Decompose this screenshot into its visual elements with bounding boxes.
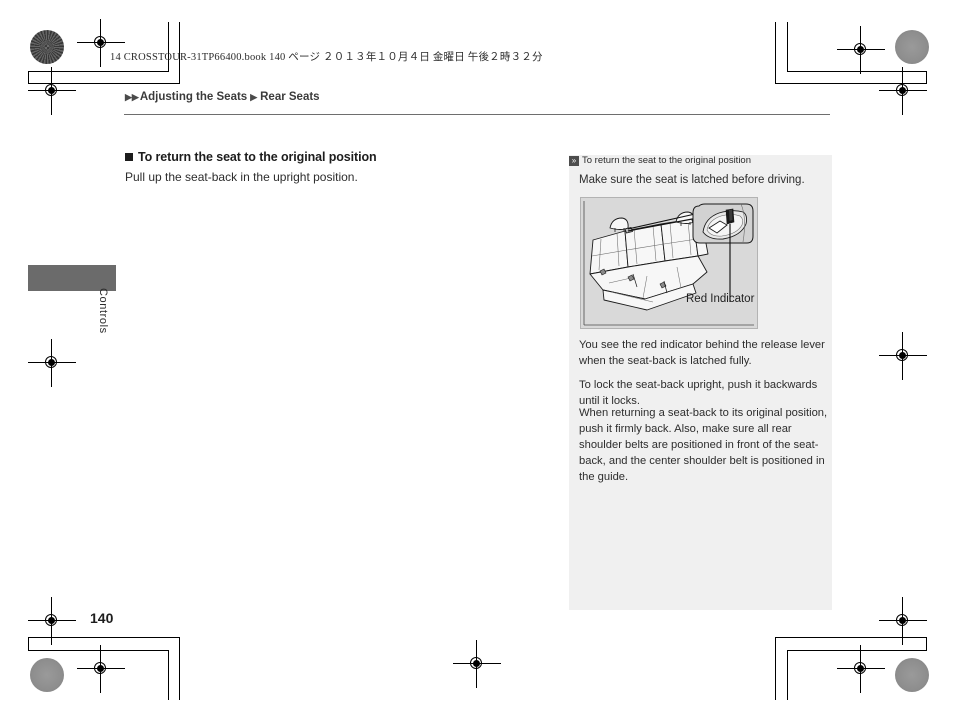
page-number: 140 (90, 610, 114, 626)
registration-target (28, 67, 76, 115)
crop-mark-line (926, 637, 927, 651)
crop-mark-line (168, 22, 169, 72)
crop-mark-line (787, 650, 788, 700)
side-note-subheading: Make sure the seat is latched before dri… (579, 174, 805, 186)
halftone-density-dot (30, 658, 64, 692)
double-chevron-icon: » (569, 155, 579, 166)
main-section-body: Pull up the seat-back in the upright pos… (125, 170, 358, 184)
crop-mark-line (28, 637, 29, 651)
registration-target (879, 597, 927, 645)
main-content-column: To return the seat to the original posit… (125, 150, 515, 186)
crop-mark-line (28, 650, 169, 651)
registration-target (77, 645, 125, 693)
side-note-panel: » To return the seat to the original pos… (569, 155, 832, 610)
crop-mark-line (787, 71, 927, 72)
registration-target (28, 597, 76, 645)
crop-mark-line (28, 71, 169, 72)
crop-mark-line (926, 71, 927, 84)
halftone-density-dot (30, 30, 64, 64)
halftone-density-dot (895, 30, 929, 64)
main-section-heading-text: To return the seat to the original posit… (138, 150, 377, 164)
crop-mark-line (775, 637, 927, 638)
registration-target (28, 339, 76, 387)
registration-target (837, 26, 885, 74)
side-note-paragraph: You see the red indicator behind the rel… (579, 339, 825, 367)
crop-mark-line (168, 650, 169, 700)
breadcrumb-arrow-icon: ▶ (250, 91, 258, 102)
header-divider (124, 114, 830, 115)
registration-target (879, 67, 927, 115)
crop-mark-line (179, 637, 180, 700)
registration-target-center-bottom (453, 640, 501, 688)
main-section-heading: To return the seat to the original posit… (125, 150, 515, 164)
crop-mark-line (28, 71, 29, 84)
side-note-heading-text: To return the seat to the original posit… (582, 155, 751, 166)
print-job-header: 14 CROSSTOUR-31TP66400.book 140 ページ ２０１３… (110, 49, 543, 64)
crop-mark-line (775, 22, 776, 84)
breadcrumb: ▶▶ Adjusting the Seats ▶ Rear Seats (125, 91, 321, 103)
square-bullet-icon (125, 153, 133, 161)
breadcrumb-double-arrow-icon: ▶▶ (125, 91, 139, 102)
chapter-thumb-tab-label: Controls (97, 288, 109, 334)
halftone-density-dot (895, 658, 929, 692)
print-job-header-text: 14 CROSSTOUR-31TP66400.book 140 ページ ２０１３… (110, 52, 543, 63)
crop-mark-line (775, 637, 776, 700)
side-note-paragraph: When returning a seat-back to its origin… (579, 407, 828, 483)
registration-target (879, 332, 927, 380)
registration-target (837, 645, 885, 693)
breadcrumb-item-adjusting-the-seats[interactable]: Adjusting the Seats (140, 91, 247, 103)
crop-mark-line (787, 650, 927, 651)
figure-caption-red-indicator: Red Indicator (686, 293, 755, 305)
rear-seat-illustration (580, 197, 758, 329)
side-note-heading: » To return the seat to the original pos… (569, 155, 751, 166)
crop-mark-line (787, 22, 788, 72)
breadcrumb-item-rear-seats[interactable]: Rear Seats (260, 91, 319, 103)
